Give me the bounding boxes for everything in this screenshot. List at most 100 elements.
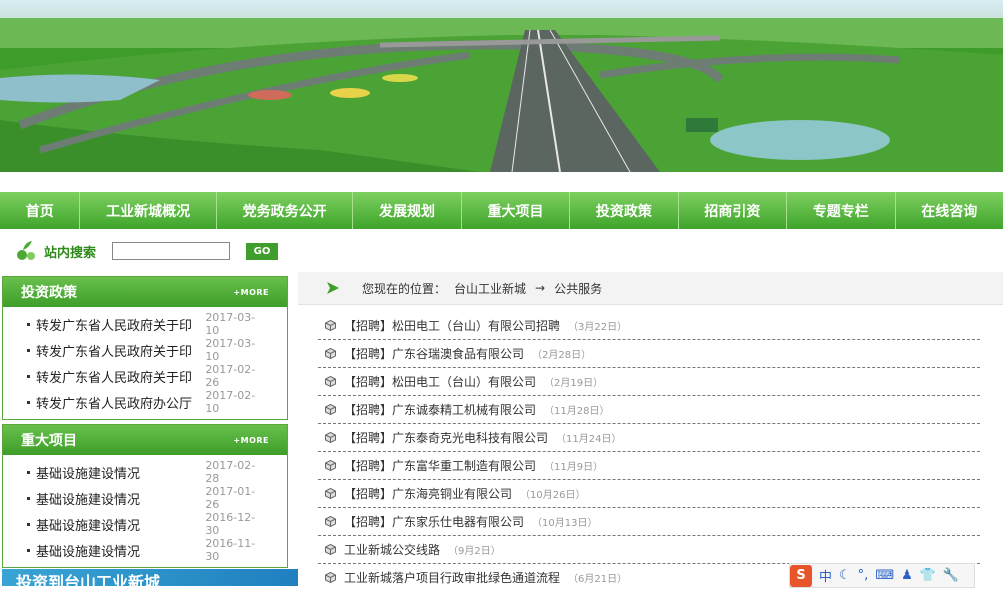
cube-icon bbox=[325, 432, 336, 443]
article-date: （2月28日） bbox=[532, 350, 592, 361]
list-item-date: 2016-11-30 bbox=[205, 537, 256, 563]
panel-header: 重大项目 +MORE bbox=[3, 425, 287, 455]
article-title[interactable]: 【招聘】广东富华重工制造有限公司 bbox=[344, 457, 536, 474]
more-link[interactable]: +MORE bbox=[233, 288, 269, 297]
list-item-date: 2016-12-30 bbox=[205, 511, 256, 537]
bullet-icon bbox=[27, 348, 30, 352]
nav-item-overview[interactable]: 工业新城概况 bbox=[80, 192, 217, 229]
ime-toolbar: S 中 ☾ °, ⌨ ♟ 👕 🔧 bbox=[789, 563, 975, 588]
list-item-link[interactable]: 基础设施建设情况 bbox=[36, 515, 205, 534]
cube-icon bbox=[325, 376, 336, 387]
cube-icon bbox=[325, 404, 336, 415]
more-link[interactable]: +MORE bbox=[233, 436, 269, 445]
nav-item-planning[interactable]: 发展规划 bbox=[353, 192, 462, 229]
bullet-icon bbox=[27, 400, 30, 404]
list-item-date: 2017-03-10 bbox=[205, 311, 256, 337]
breadcrumb-prefix: 您现在的位置： bbox=[362, 281, 447, 296]
list-item[interactable]: 【招聘】广东谷瑞澳食品有限公司 （2月28日） bbox=[318, 340, 980, 368]
list-item[interactable]: 【招聘】广东富华重工制造有限公司 （11月9日） bbox=[318, 452, 980, 480]
main-nav: 首页 工业新城概况 党务政务公开 发展规划 重大项目 投资政策 招商引资 专题专… bbox=[0, 192, 1003, 229]
cube-icon bbox=[325, 572, 336, 583]
arrow-right-icon bbox=[327, 282, 339, 294]
bullet-icon bbox=[27, 522, 30, 526]
search-input[interactable] bbox=[112, 242, 231, 260]
user-icon[interactable]: ♟ bbox=[901, 568, 913, 583]
article-date: （11月9日） bbox=[544, 462, 604, 473]
list-item-link[interactable]: 基础设施建设情况 bbox=[36, 489, 205, 508]
article-date: （2月19日） bbox=[544, 378, 604, 389]
nav-item-public-affairs[interactable]: 党务政务公开 bbox=[217, 192, 354, 229]
ime-logo-icon[interactable]: S bbox=[790, 564, 812, 587]
search-go-button[interactable]: GO bbox=[246, 242, 279, 260]
article-title[interactable]: 工业新城落户项目行政审批绿色通道流程 bbox=[344, 569, 560, 586]
wrench-icon[interactable]: 🔧 bbox=[943, 568, 959, 583]
list-item[interactable]: 【招聘】广东诚泰精工机械有限公司 （11月28日） bbox=[318, 396, 980, 424]
list-item-date: 2017-03-10 bbox=[205, 337, 256, 363]
list-item-link[interactable]: 转发广东省人民政府关于印 bbox=[36, 367, 205, 386]
article-date: （9月2日） bbox=[448, 546, 501, 557]
list-item-link[interactable]: 转发广东省人民政府关于印 bbox=[36, 315, 205, 334]
list-item: 转发广东省人民政府办公厅 2017-02-10 bbox=[3, 389, 287, 415]
nav-item-major-projects[interactable]: 重大项目 bbox=[462, 192, 571, 229]
article-title[interactable]: 【招聘】广东诚泰精工机械有限公司 bbox=[344, 401, 536, 418]
nav-item-home[interactable]: 首页 bbox=[0, 192, 81, 229]
breadcrumb: 您现在的位置： 台山工业新城 → 公共服务 bbox=[298, 272, 1003, 305]
article-title[interactable]: 工业新城公交线路 bbox=[344, 541, 440, 558]
article-date: （6月21日） bbox=[568, 574, 628, 585]
header-banner-image bbox=[0, 0, 1003, 172]
list-item-date: 2017-01-26 bbox=[205, 485, 256, 511]
breadcrumb-home[interactable]: 台山工业新城 bbox=[454, 280, 526, 297]
list-item[interactable]: 【招聘】松田电工（台山）有限公司招聘 （3月22日） bbox=[318, 312, 980, 340]
list-item[interactable]: 【招聘】广东家乐仕电器有限公司 （10月13日） bbox=[318, 508, 980, 536]
panel-title: 投资政策 bbox=[21, 285, 77, 301]
list-item[interactable]: 【招聘】广东海亮铜业有限公司 （10月26日） bbox=[318, 480, 980, 508]
nav-item-investment[interactable]: 招商引资 bbox=[679, 192, 788, 229]
article-title[interactable]: 【招聘】广东海亮铜业有限公司 bbox=[344, 485, 512, 502]
article-date: （10月13日） bbox=[532, 518, 598, 529]
moon-icon[interactable]: ☾ bbox=[839, 568, 851, 583]
cube-icon bbox=[325, 516, 336, 527]
promo-banner[interactable]: 投资到台山工业新城 bbox=[2, 569, 300, 586]
list-item: 基础设施建设情况 2017-02-28 bbox=[3, 459, 287, 485]
bullet-icon bbox=[27, 322, 30, 326]
ime-mode-toggle[interactable]: 中 bbox=[819, 566, 832, 585]
list-item: 基础设施建设情况 2016-12-30 bbox=[3, 511, 287, 537]
cube-icon bbox=[325, 488, 336, 499]
cube-icon bbox=[325, 544, 336, 555]
cube-icon bbox=[325, 348, 336, 359]
article-date: （10月26日） bbox=[520, 490, 586, 501]
main-content: 您现在的位置： 台山工业新城 → 公共服务 【招聘】松田电工（台山）有限公司招聘… bbox=[298, 272, 1003, 586]
bullet-icon bbox=[27, 374, 30, 378]
nav-item-online-consult[interactable]: 在线咨询 bbox=[896, 192, 1003, 229]
list-item-link[interactable]: 基础设施建设情况 bbox=[36, 541, 205, 560]
panel-header: 投资政策 +MORE bbox=[3, 277, 287, 307]
panel-title: 重大项目 bbox=[21, 433, 77, 449]
article-date: （11月24日） bbox=[556, 434, 622, 445]
list-item-link[interactable]: 转发广东省人民政府关于印 bbox=[36, 341, 205, 360]
article-title[interactable]: 【招聘】广东泰奇克光电科技有限公司 bbox=[344, 429, 548, 446]
cube-icon bbox=[325, 320, 336, 331]
article-title[interactable]: 【招聘】广东谷瑞澳食品有限公司 bbox=[344, 345, 524, 362]
keyboard-icon[interactable]: ⌨ bbox=[875, 568, 894, 583]
list-item-link[interactable]: 转发广东省人民政府办公厅 bbox=[36, 393, 205, 412]
list-item-link[interactable]: 基础设施建设情况 bbox=[36, 463, 205, 482]
nav-item-special-column[interactable]: 专题专栏 bbox=[787, 192, 896, 229]
punctuation-icon[interactable]: °, bbox=[858, 568, 869, 583]
breadcrumb-arrow: → bbox=[535, 281, 546, 295]
list-item-date: 2017-02-28 bbox=[205, 459, 256, 485]
skin-icon[interactable]: 👕 bbox=[920, 568, 936, 583]
list-item-date: 2017-02-10 bbox=[205, 389, 256, 415]
list-item[interactable]: 【招聘】广东泰奇克光电科技有限公司 （11月24日） bbox=[318, 424, 980, 452]
search-label: 站内搜索 bbox=[44, 245, 97, 261]
panel-investment-policy: 投资政策 +MORE 转发广东省人民政府关于印 2017-03-10 转发广东省人… bbox=[2, 276, 288, 420]
list-item[interactable]: 工业新城公交线路 （9月2日） bbox=[318, 536, 980, 564]
article-list: 【招聘】松田电工（台山）有限公司招聘 （3月22日） 【招聘】广东谷瑞澳食品有限公… bbox=[318, 312, 980, 591]
article-title[interactable]: 【招聘】广东家乐仕电器有限公司 bbox=[344, 513, 524, 530]
list-item: 基础设施建设情况 2016-11-30 bbox=[3, 537, 287, 563]
article-date: （11月28日） bbox=[544, 406, 610, 417]
nav-item-investment-policy[interactable]: 投资政策 bbox=[570, 192, 679, 229]
article-title[interactable]: 【招聘】松田电工（台山）有限公司招聘 bbox=[344, 317, 560, 334]
list-item[interactable]: 【招聘】松田电工（台山）有限公司 （2月19日） bbox=[318, 368, 980, 396]
article-title[interactable]: 【招聘】松田电工（台山）有限公司 bbox=[344, 373, 536, 390]
bullet-icon bbox=[27, 470, 30, 474]
